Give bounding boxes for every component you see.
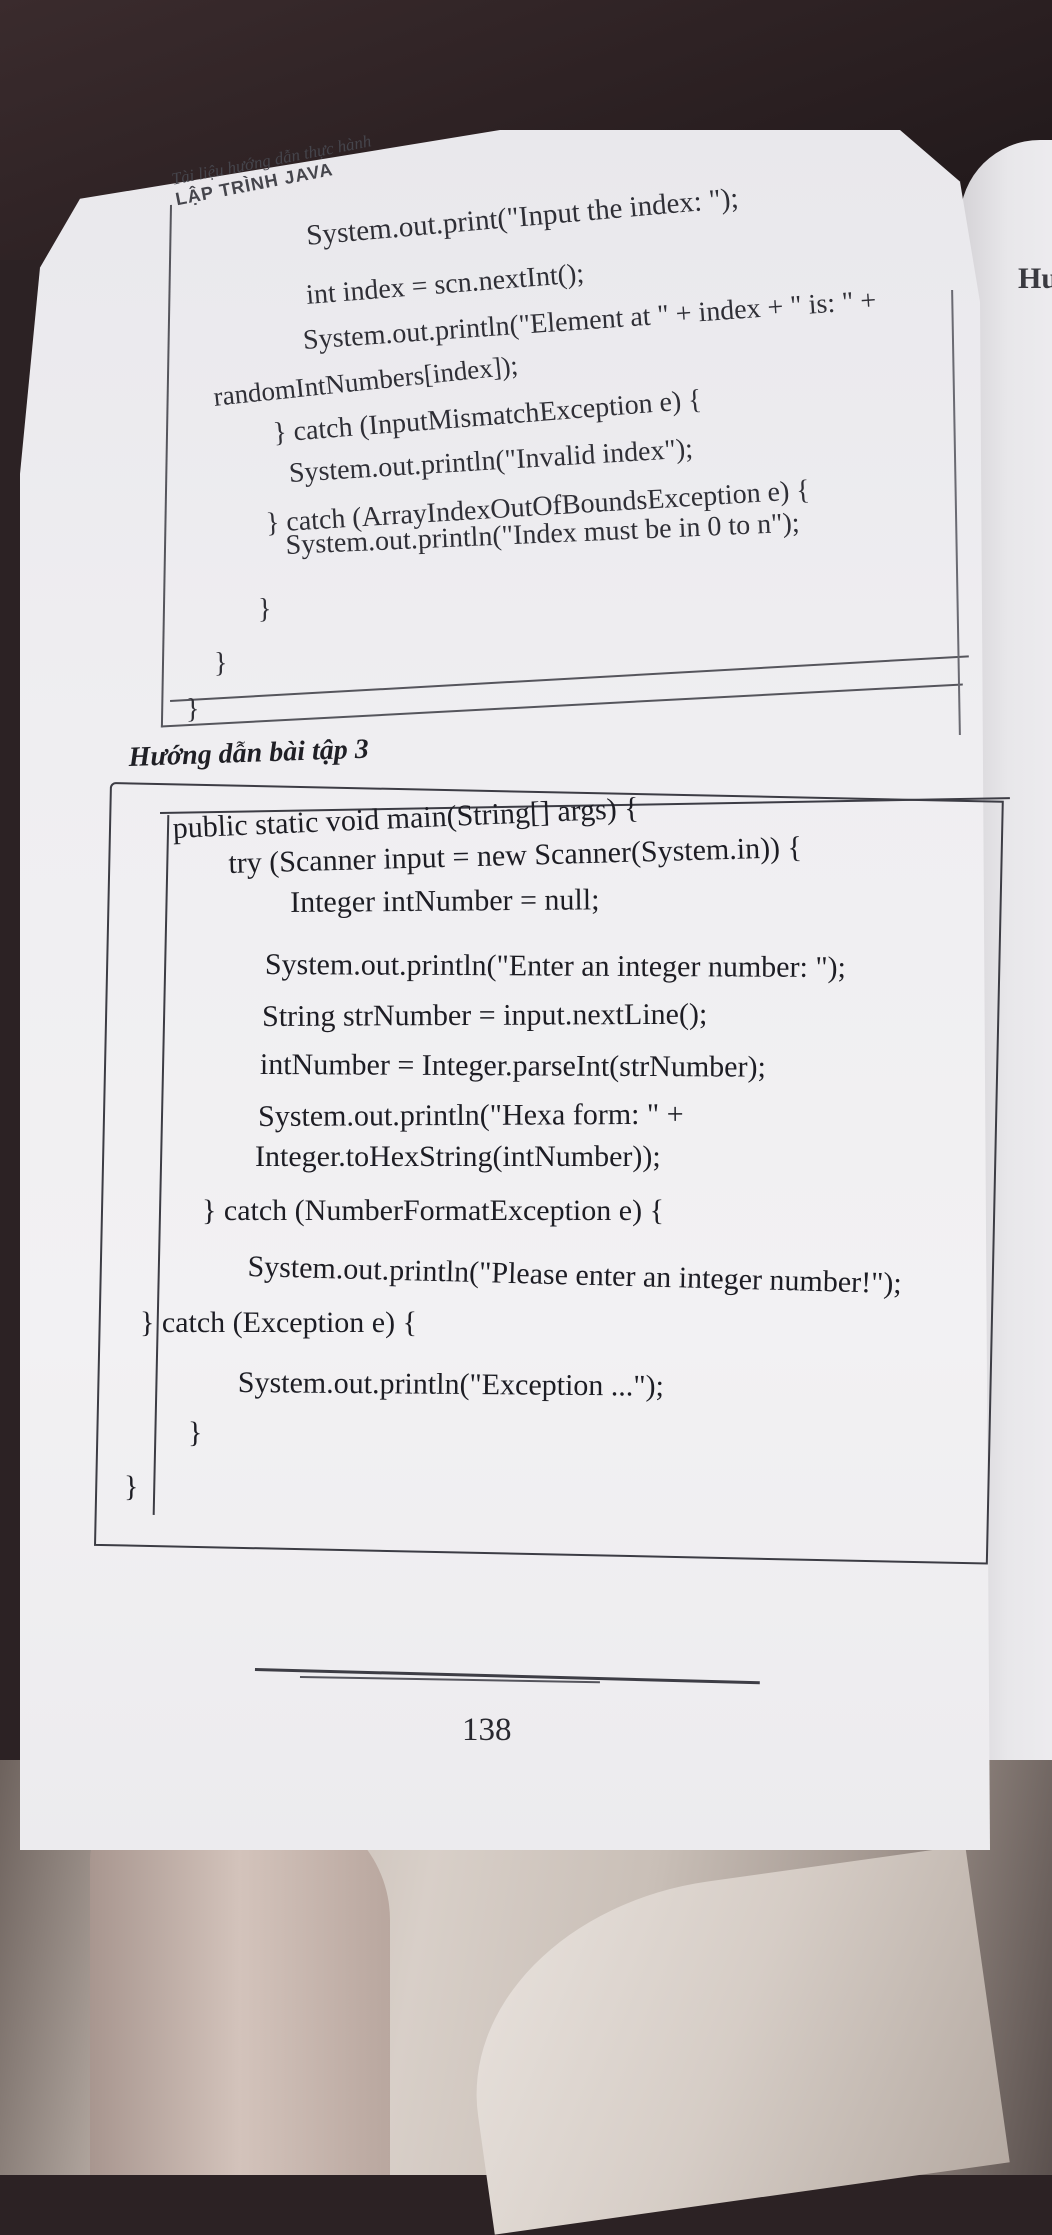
code-line: } catch (NumberFormatException e) { bbox=[202, 1194, 664, 1227]
code-line: System.out.println("Hexa form: " + bbox=[258, 1097, 684, 1133]
code-line: } bbox=[214, 648, 228, 679]
code-line: } bbox=[124, 1470, 139, 1503]
code-line: Integer.toHexString(intNumber)); bbox=[255, 1140, 661, 1173]
code-line: intNumber = Integer.parseInt(strNumber); bbox=[259, 1048, 766, 1084]
page-number: 138 bbox=[462, 1712, 512, 1748]
code-line: System.out.println("Exception ..."); bbox=[237, 1366, 665, 1403]
hand-shape bbox=[90, 1800, 390, 2175]
code-line: System.out.println("Enter an integer num… bbox=[264, 948, 847, 985]
code-line: Integer intNumber = null; bbox=[290, 883, 600, 919]
code-line: } bbox=[188, 1416, 203, 1449]
code-line: String strNumber = input.nextLine(); bbox=[262, 997, 708, 1033]
code-line: } bbox=[186, 694, 200, 725]
code-line: } bbox=[258, 594, 272, 625]
code-line: } catch (Exception e) { bbox=[140, 1306, 418, 1339]
adjacent-page-heading: Hư bbox=[1018, 262, 1052, 295]
